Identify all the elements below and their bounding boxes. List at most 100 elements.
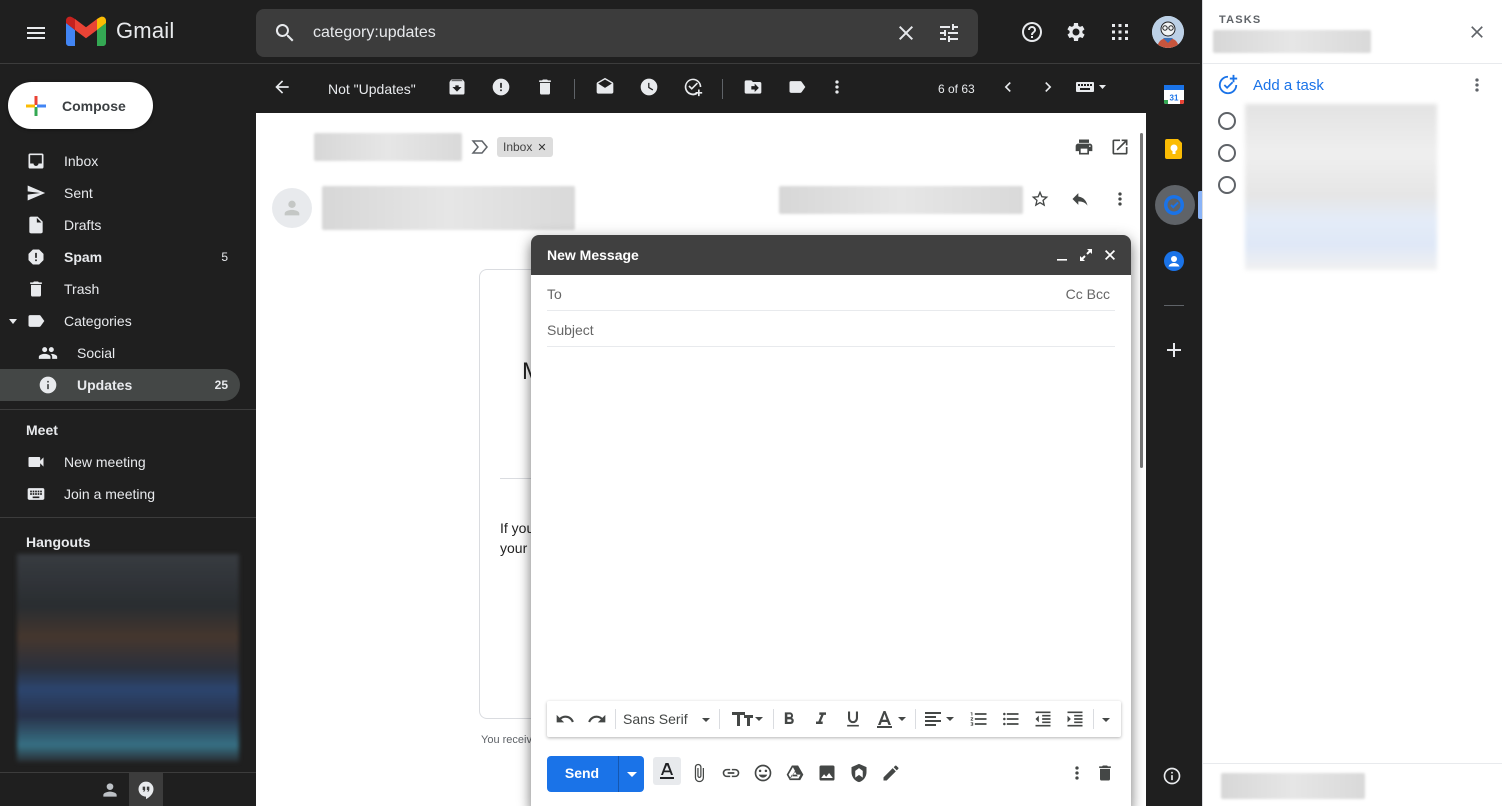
calendar-icon[interactable]: 31 [1162,82,1186,106]
insert-signature-icon[interactable] [881,763,901,783]
indent-more-icon[interactable] [1065,709,1085,729]
completed-tasks-redacted[interactable] [1221,773,1365,799]
task-complete-checkbox[interactable] [1218,176,1236,194]
apps-grid-icon[interactable] [1108,20,1132,44]
sender-avatar[interactable] [272,188,312,228]
sidebar-item-trash[interactable]: Trash [0,273,240,305]
search-input[interactable]: category:updates [313,24,436,42]
reading-pane-scrollbar[interactable] [1140,133,1143,468]
more-vert-icon[interactable] [1467,75,1487,95]
bulleted-list-icon[interactable] [1001,709,1021,729]
keep-icon[interactable] [1162,137,1186,161]
sidebar-item-updates[interactable]: Updates 25 [0,369,240,401]
new-meeting-item[interactable]: New meeting [0,446,240,478]
delete-icon[interactable] [535,77,555,97]
insert-photo-icon[interactable] [817,763,837,783]
clear-search-icon[interactable] [894,21,918,45]
add-addon-plus-icon[interactable] [1162,338,1186,362]
gmail-logo[interactable]: Gmail [66,16,174,46]
inbox-label-chip[interactable]: Inbox ✕ [497,137,553,157]
insert-link-icon[interactable] [721,763,741,783]
more-options-icon[interactable] [1067,763,1087,783]
reply-icon[interactable] [1070,189,1090,209]
insert-emoji-icon[interactable] [753,763,773,783]
minimize-icon[interactable] [1055,248,1069,262]
sidebar-item-drafts[interactable]: Drafts [0,209,240,241]
settings-gear-icon[interactable] [1064,20,1088,44]
open-in-new-window-icon[interactable] [1110,137,1130,157]
move-to-icon[interactable] [743,77,763,97]
schedule-send-dropdown-icon[interactable] [623,764,641,784]
person-icon[interactable] [100,780,120,800]
formatting-options-button[interactable] [653,757,681,785]
close-icon[interactable] [1467,22,1487,42]
redo-icon[interactable] [587,709,607,729]
search-options-icon[interactable] [937,21,961,45]
input-tools-keyboard-icon[interactable] [1074,77,1108,97]
italic-icon[interactable] [811,709,831,729]
cc-bcc-link[interactable]: Cc Bcc [1066,286,1110,302]
more-vert-icon[interactable] [1110,189,1130,209]
task-complete-checkbox[interactable] [1218,112,1236,130]
indent-less-icon[interactable] [1033,709,1053,729]
sidebar-item-spam[interactable]: Spam 5 [0,241,240,273]
close-icon[interactable] [1103,248,1117,262]
attach-file-icon[interactable] [689,763,709,783]
more-formatting-icon[interactable] [1101,715,1111,725]
add-task-button[interactable]: Add a task [1217,74,1324,96]
account-avatar[interactable] [1152,16,1184,48]
join-meeting-item[interactable]: Join a meeting [0,478,240,510]
newer-chevron-left-icon[interactable] [998,77,1018,97]
compose-header[interactable]: New Message [531,235,1131,275]
text-size-icon[interactable] [730,709,764,729]
task-items-redacted[interactable] [1245,104,1437,270]
contacts-icon[interactable] [1162,249,1186,273]
bold-icon[interactable] [779,709,799,729]
show-side-panel-info-icon[interactable] [1162,766,1182,786]
sidebar-item-categories[interactable]: Categories [0,305,240,337]
older-chevron-right-icon[interactable] [1038,77,1058,97]
not-updates-button[interactable]: Not "Updates" [328,81,416,97]
task-list-selector-redacted[interactable] [1213,30,1371,53]
help-icon[interactable] [1020,20,1044,44]
fullscreen-icon[interactable] [1079,248,1093,262]
snooze-clock-icon[interactable] [639,77,659,97]
underline-icon[interactable] [843,709,863,729]
importance-marker-icon[interactable] [471,139,489,155]
numbered-list-icon[interactable] [969,709,989,729]
sidebar-item-sent[interactable]: Sent [0,177,240,209]
dropdown-arrow-icon[interactable] [701,715,711,725]
subject-field[interactable]: Subject [547,311,1115,347]
add-to-tasks-icon[interactable] [683,77,703,97]
star-icon[interactable] [1030,189,1050,209]
discard-draft-icon[interactable] [1095,763,1115,783]
remove-label-icon[interactable]: ✕ [537,141,546,154]
message-body-editor[interactable] [547,355,1115,695]
undo-icon[interactable] [555,709,575,729]
hangouts-chat-button[interactable] [129,773,163,806]
main-menu-icon[interactable] [24,21,48,45]
archive-icon[interactable] [447,77,467,97]
google-drive-icon[interactable] [785,763,805,783]
sidebar-item-social[interactable]: Social [0,337,240,369]
to-field[interactable]: To Cc Bcc [547,275,1115,311]
text-color-icon[interactable] [875,709,909,729]
align-icon[interactable] [923,709,957,729]
font-family-select[interactable]: Sans Serif [623,711,688,727]
tasks-icon[interactable] [1162,193,1186,217]
expand-arrow-icon[interactable] [8,316,18,326]
report-spam-icon[interactable] [491,77,511,97]
mark-unread-icon[interactable] [595,77,615,97]
hangouts-contact-list[interactable] [17,554,239,762]
more-vert-icon[interactable] [827,77,847,97]
search-bar[interactable]: category:updates [256,9,978,57]
task-complete-checkbox[interactable] [1218,144,1236,162]
back-arrow-icon[interactable] [272,77,292,97]
print-icon[interactable] [1074,137,1094,157]
compose-button[interactable]: Compose [8,82,153,129]
search-icon[interactable] [273,21,297,45]
sidebar-item-inbox[interactable]: Inbox [0,145,240,177]
send-button[interactable]: Send [547,756,644,792]
confidential-mode-icon[interactable] [849,763,869,783]
label-icon[interactable] [787,77,807,97]
